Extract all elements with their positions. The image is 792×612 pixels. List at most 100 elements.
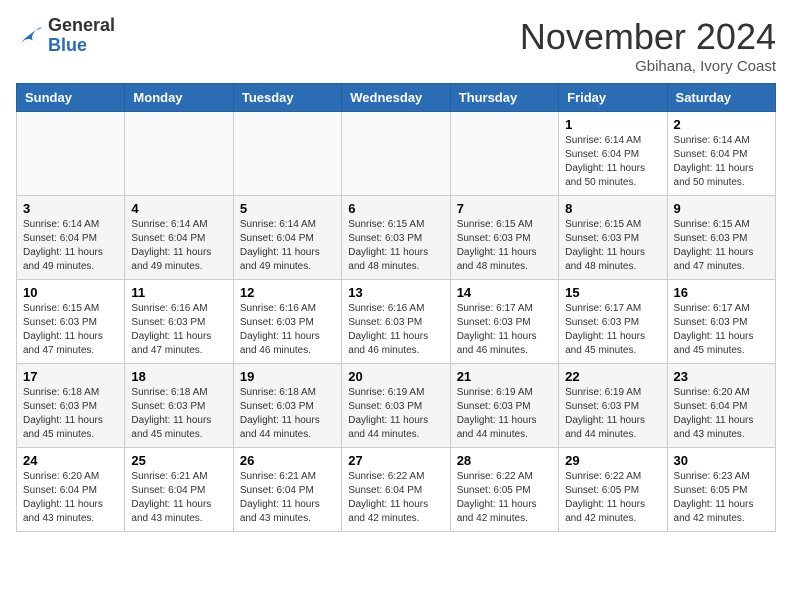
calendar-cell: 24Sunrise: 6:20 AMSunset: 6:04 PMDayligh…	[17, 448, 125, 532]
day-number: 29	[565, 453, 660, 468]
calendar-cell	[125, 112, 233, 196]
day-info: Sunrise: 6:14 AMSunset: 6:04 PMDaylight:…	[131, 218, 226, 274]
day-number: 18	[131, 369, 226, 384]
day-number: 13	[348, 285, 443, 300]
calendar-cell: 2 Sunrise: 6:14 AMSunset: 6:04 PMDaylight…	[667, 112, 775, 196]
logo-bird-icon	[16, 22, 44, 50]
calendar-cell: 26 Sunrise: 6:21 AMSunset: 6:04 PMDayligh…	[233, 448, 341, 532]
weekday-header-row: SundayMondayTuesdayWednesdayThursdayFrid…	[17, 84, 776, 112]
day-number: 28	[457, 453, 552, 468]
day-number: 4	[131, 201, 226, 216]
calendar-week-3: 10Sunrise: 6:15 AMSunset: 6:03 PMDayligh…	[17, 280, 776, 364]
day-info: Sunrise: 6:19 AMSunset: 6:03 PMDaylight:…	[348, 386, 443, 442]
day-info: Sunrise: 6:15 AMSunset: 6:03 PMDaylight:…	[565, 218, 660, 274]
day-number: 15	[565, 285, 660, 300]
day-number: 17	[23, 369, 118, 384]
day-number: 2	[674, 117, 769, 132]
calendar-cell: 13 Sunrise: 6:16 AMSunset: 6:03 PMDayligh…	[342, 280, 450, 364]
day-info: Sunrise: 6:21 AMSunset: 6:04 PMDaylight:…	[131, 470, 226, 526]
day-info: Sunrise: 6:17 AMSunset: 6:03 PMDaylight:…	[457, 302, 552, 358]
day-number: 19	[240, 369, 335, 384]
day-number: 3	[23, 201, 118, 216]
page-header: General Blue November 2024 Gbihana, Ivor…	[16, 16, 776, 75]
day-info: Sunrise: 6:19 AMSunset: 6:03 PMDaylight:…	[457, 386, 552, 442]
day-number: 25	[131, 453, 226, 468]
day-number: 24	[23, 453, 118, 468]
day-info: Sunrise: 6:20 AMSunset: 6:04 PMDaylight:…	[674, 386, 769, 442]
day-info: Sunrise: 6:22 AMSunset: 6:05 PMDaylight:…	[457, 470, 552, 526]
calendar-week-1: 1 Sunrise: 6:14 AMSunset: 6:04 PMDaylight…	[17, 112, 776, 196]
day-number: 1	[565, 117, 660, 132]
day-number: 30	[674, 453, 769, 468]
weekday-header-tuesday: Tuesday	[233, 84, 341, 112]
day-number: 12	[240, 285, 335, 300]
calendar-cell: 11 Sunrise: 6:16 AMSunset: 6:03 PMDayligh…	[125, 280, 233, 364]
day-info: Sunrise: 6:16 AMSunset: 6:03 PMDaylight:…	[348, 302, 443, 358]
day-info: Sunrise: 6:16 AMSunset: 6:03 PMDaylight:…	[240, 302, 335, 358]
day-number: 27	[348, 453, 443, 468]
logo: General Blue	[16, 16, 115, 56]
day-info: Sunrise: 6:15 AMSunset: 6:03 PMDaylight:…	[348, 218, 443, 274]
month-title: November 2024	[520, 16, 776, 58]
calendar-cell: 20 Sunrise: 6:19 AMSunset: 6:03 PMDayligh…	[342, 364, 450, 448]
day-info: Sunrise: 6:18 AMSunset: 6:03 PMDaylight:…	[240, 386, 335, 442]
calendar-cell: 3Sunrise: 6:14 AMSunset: 6:04 PMDaylight…	[17, 196, 125, 280]
weekday-header-thursday: Thursday	[450, 84, 558, 112]
calendar-cell: 14 Sunrise: 6:17 AMSunset: 6:03 PMDayligh…	[450, 280, 558, 364]
day-number: 11	[131, 285, 226, 300]
calendar-cell: 9 Sunrise: 6:15 AMSunset: 6:03 PMDaylight…	[667, 196, 775, 280]
day-number: 9	[674, 201, 769, 216]
calendar-cell: 17Sunrise: 6:18 AMSunset: 6:03 PMDayligh…	[17, 364, 125, 448]
day-number: 21	[457, 369, 552, 384]
weekday-header-monday: Monday	[125, 84, 233, 112]
calendar-cell	[342, 112, 450, 196]
calendar-cell: 22Sunrise: 6:19 AMSunset: 6:03 PMDayligh…	[559, 364, 667, 448]
day-number: 7	[457, 201, 552, 216]
calendar-table: SundayMondayTuesdayWednesdayThursdayFrid…	[16, 83, 776, 532]
calendar-cell: 8 Sunrise: 6:15 AMSunset: 6:03 PMDaylight…	[559, 196, 667, 280]
calendar-cell: 30 Sunrise: 6:23 AMSunset: 6:05 PMDayligh…	[667, 448, 775, 532]
day-info: Sunrise: 6:19 AMSunset: 6:03 PMDaylight:…	[565, 386, 660, 442]
day-info: Sunrise: 6:14 AMSunset: 6:04 PMDaylight:…	[674, 134, 769, 190]
day-number: 20	[348, 369, 443, 384]
calendar-cell	[233, 112, 341, 196]
calendar-cell: 15 Sunrise: 6:17 AMSunset: 6:03 PMDayligh…	[559, 280, 667, 364]
day-info: Sunrise: 6:23 AMSunset: 6:05 PMDaylight:…	[674, 470, 769, 526]
calendar-cell: 10Sunrise: 6:15 AMSunset: 6:03 PMDayligh…	[17, 280, 125, 364]
day-number: 26	[240, 453, 335, 468]
day-info: Sunrise: 6:15 AMSunset: 6:03 PMDaylight:…	[674, 218, 769, 274]
day-info: Sunrise: 6:18 AMSunset: 6:03 PMDaylight:…	[131, 386, 226, 442]
calendar-week-5: 24Sunrise: 6:20 AMSunset: 6:04 PMDayligh…	[17, 448, 776, 532]
calendar-cell: 1 Sunrise: 6:14 AMSunset: 6:04 PMDaylight…	[559, 112, 667, 196]
day-number: 6	[348, 201, 443, 216]
day-info: Sunrise: 6:21 AMSunset: 6:04 PMDaylight:…	[240, 470, 335, 526]
calendar-cell: 27Sunrise: 6:22 AMSunset: 6:04 PMDayligh…	[342, 448, 450, 532]
calendar-cell: 28 Sunrise: 6:22 AMSunset: 6:05 PMDayligh…	[450, 448, 558, 532]
weekday-header-wednesday: Wednesday	[342, 84, 450, 112]
day-info: Sunrise: 6:16 AMSunset: 6:03 PMDaylight:…	[131, 302, 226, 358]
calendar-cell: 16Sunrise: 6:17 AMSunset: 6:03 PMDayligh…	[667, 280, 775, 364]
calendar-cell: 25 Sunrise: 6:21 AMSunset: 6:04 PMDayligh…	[125, 448, 233, 532]
calendar-cell: 23Sunrise: 6:20 AMSunset: 6:04 PMDayligh…	[667, 364, 775, 448]
day-info: Sunrise: 6:14 AMSunset: 6:04 PMDaylight:…	[240, 218, 335, 274]
calendar-cell	[450, 112, 558, 196]
calendar-cell: 19 Sunrise: 6:18 AMSunset: 6:03 PMDayligh…	[233, 364, 341, 448]
title-block: November 2024 Gbihana, Ivory Coast	[520, 16, 776, 75]
calendar-cell: 21 Sunrise: 6:19 AMSunset: 6:03 PMDayligh…	[450, 364, 558, 448]
day-number: 8	[565, 201, 660, 216]
calendar-cell: 12 Sunrise: 6:16 AMSunset: 6:03 PMDayligh…	[233, 280, 341, 364]
weekday-header-saturday: Saturday	[667, 84, 775, 112]
calendar-week-4: 17 Sunrise: 6:18 AMSunset: 6:03 PMDayligh…	[17, 364, 776, 448]
day-info: Sunrise: 6:17 AMSunset: 6:03 PMDaylight:…	[674, 302, 769, 358]
logo-text: General Blue	[48, 16, 115, 56]
day-info: Sunrise: 6:22 AMSunset: 6:05 PMDaylight:…	[565, 470, 660, 526]
day-number: 14	[457, 285, 552, 300]
calendar-cell: 4 Sunrise: 6:14 AMSunset: 6:04 PMDaylight…	[125, 196, 233, 280]
calendar-cell: 6 Sunrise: 6:15 AMSunset: 6:03 PMDaylight…	[342, 196, 450, 280]
day-number: 10	[23, 285, 118, 300]
day-info: Sunrise: 6:15 AMSunset: 6:03 PMDaylight:…	[457, 218, 552, 274]
day-info: Sunrise: 6:17 AMSunset: 6:03 PMDaylight:…	[565, 302, 660, 358]
day-info: Sunrise: 6:14 AMSunset: 6:04 PMDaylight:…	[565, 134, 660, 190]
calendar-cell	[17, 112, 125, 196]
calendar-cell: 5Sunrise: 6:14 AMSunset: 6:04 PMDaylight…	[233, 196, 341, 280]
